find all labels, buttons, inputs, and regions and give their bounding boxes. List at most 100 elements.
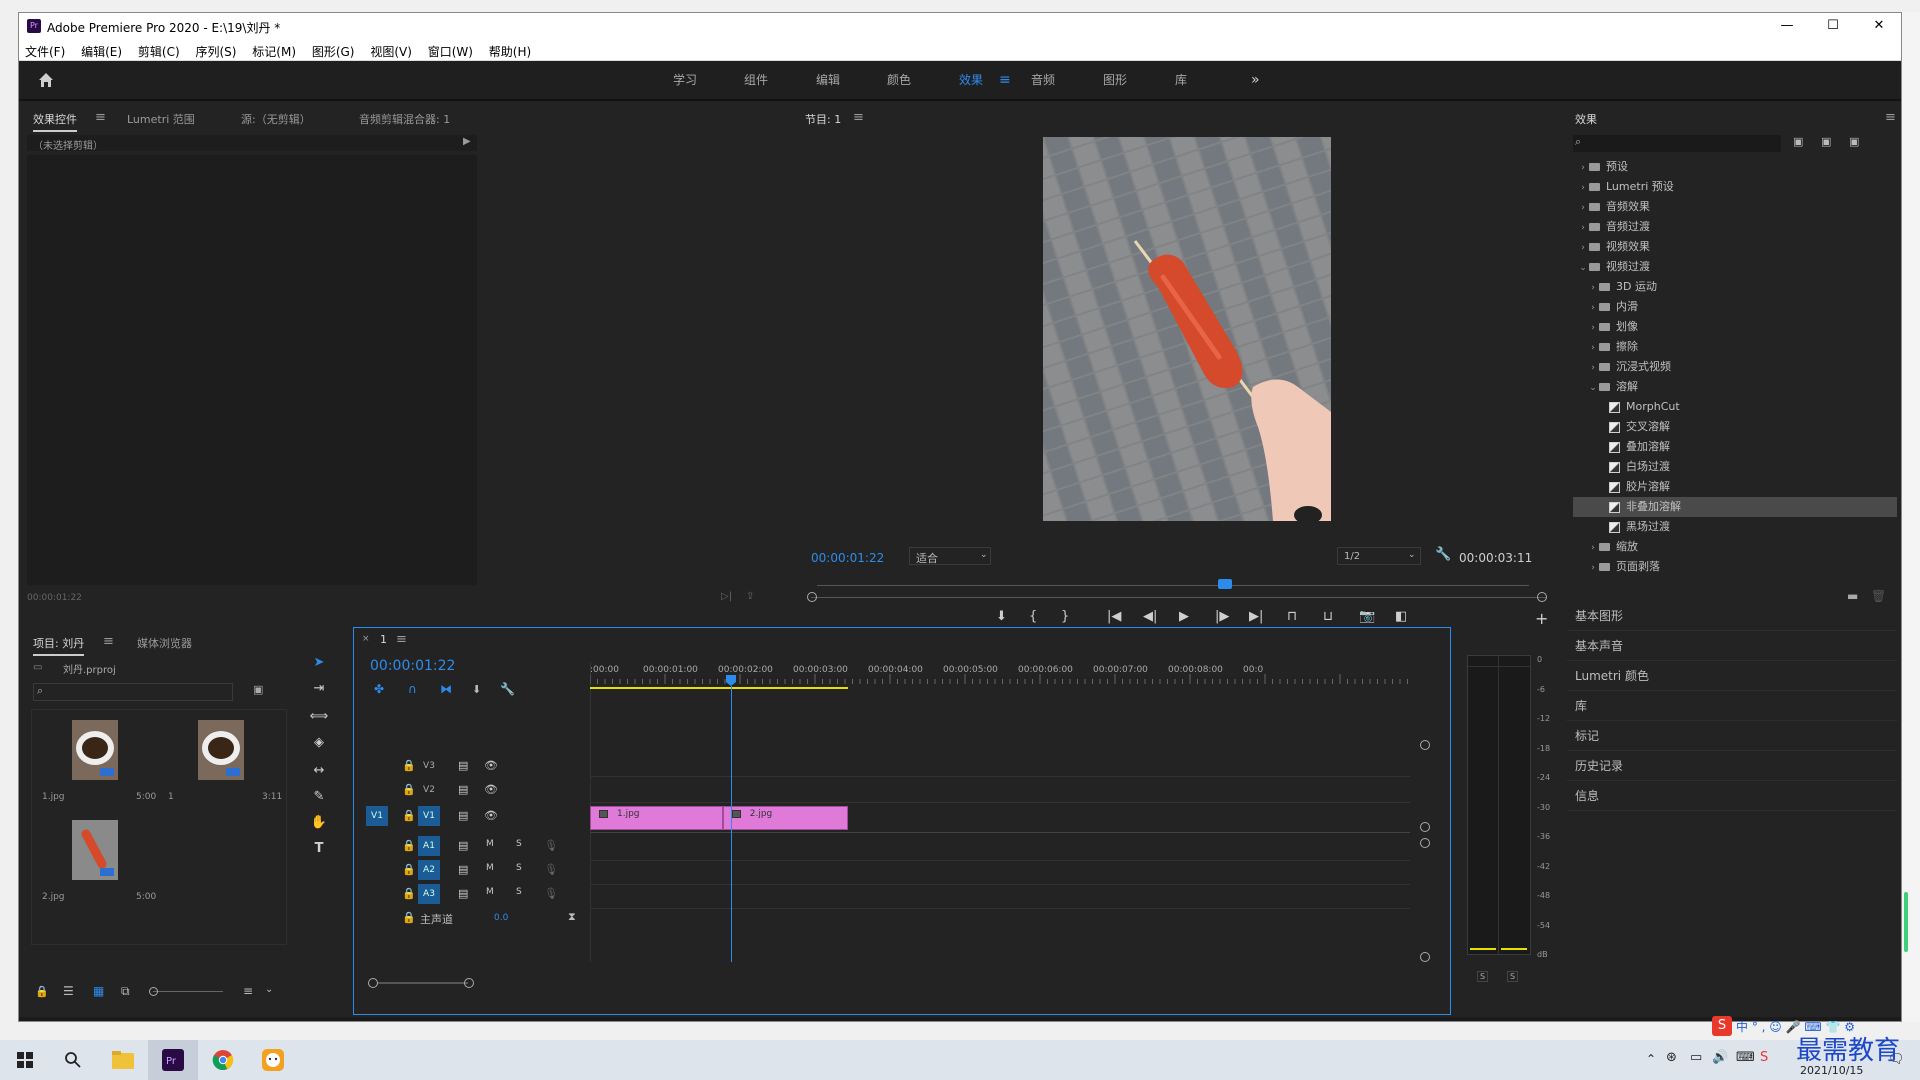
effects-tree-item[interactable]: 胶片溶解 [1573, 477, 1897, 497]
track-lock-icon[interactable]: 🔒 [402, 911, 416, 924]
effects-tree-item[interactable]: › 3D 运动 [1573, 277, 1897, 297]
program-menu-icon[interactable]: ≡ [853, 110, 864, 125]
sync-lock-icon[interactable]: ▤ [458, 759, 468, 772]
track-label-v1[interactable]: V1 [418, 806, 440, 826]
a-scroll-handle-top[interactable] [1420, 838, 1430, 848]
mute-button[interactable]: M [486, 887, 494, 897]
tab-project[interactable]: 项目: 刘丹 [33, 635, 85, 656]
sync-lock-icon[interactable]: ▤ [458, 863, 468, 876]
sync-lock-icon[interactable]: ▤ [458, 783, 468, 796]
accelerated-effects-icon[interactable]: ▣ [1793, 135, 1803, 148]
workspace-graphics[interactable]: 图形 [1103, 61, 1127, 99]
chevron-right-icon[interactable]: › [1587, 538, 1599, 558]
program-zoom-bar[interactable] [807, 591, 1547, 603]
timeline-settings-wrench-icon[interactable]: 🔧 [500, 682, 515, 696]
program-video-frame[interactable] [1043, 137, 1331, 521]
lock-icon[interactable]: 🔒 [35, 985, 49, 998]
track-lock-icon[interactable]: 🔒 [402, 759, 416, 772]
track-eye-icon[interactable]: 👁 [484, 809, 498, 822]
slip-tool-icon[interactable]: ↔ [309, 761, 329, 781]
track-lock-icon[interactable]: 🔒 [402, 863, 416, 876]
workspace-menu-icon[interactable]: ≡ [999, 61, 1011, 99]
chevron-right-icon[interactable]: › [1587, 358, 1599, 378]
menu-sequence[interactable]: 序列(S) [189, 39, 242, 60]
section-markers[interactable]: 标记 [1567, 721, 1897, 751]
linked-selection-icon[interactable]: ⧓ [440, 682, 452, 696]
pen-tool-icon[interactable]: ✎ [309, 787, 329, 807]
close-button[interactable]: ✕ [1856, 13, 1901, 39]
effects-tree-item[interactable]: › 擦除 [1573, 337, 1897, 357]
type-tool-icon[interactable]: T [309, 839, 329, 859]
solo-button[interactable]: S [516, 863, 522, 873]
a-scroll-handle-bottom[interactable] [1420, 952, 1430, 962]
tab-source[interactable]: 源:（无剪辑） [241, 111, 311, 127]
h-scroll-left-handle[interactable] [368, 978, 378, 988]
mute-button[interactable]: M [486, 863, 494, 873]
export-frame-camera-icon[interactable]: 📷 [1359, 609, 1375, 624]
program-playhead[interactable] [1218, 579, 1232, 589]
menu-edit[interactable]: 编辑(E) [75, 39, 128, 60]
track-label-a2[interactable]: A2 [418, 860, 440, 880]
timeline-menu-icon[interactable]: ≡ [396, 632, 407, 647]
timeline-timecode[interactable]: 00:00:01:22 [370, 658, 455, 674]
zoom-left-handle[interactable] [807, 592, 817, 602]
track-label-a3[interactable]: A3 [418, 884, 440, 904]
panel-menu-icon[interactable]: ≡ [95, 110, 106, 125]
chevron-right-icon[interactable]: › [1587, 558, 1599, 578]
new-bin-folder-icon[interactable]: ▣ [253, 683, 263, 696]
effects-tree-item[interactable]: 叠加溶解 [1573, 437, 1897, 457]
minimize-button[interactable]: — [1764, 13, 1810, 39]
effects-menu-icon[interactable]: ≡ [1885, 110, 1896, 125]
tray-expand-icon[interactable]: ⌃ [1646, 1052, 1656, 1066]
effects-search-input[interactable]: ⌕ [1573, 135, 1781, 152]
step-back-icon[interactable]: ◀| [1143, 609, 1157, 624]
sync-lock-icon[interactable]: ▤ [458, 887, 468, 900]
effects-tree-item[interactable]: › 划像 [1573, 317, 1897, 337]
chevron-right-icon[interactable]: › [1577, 218, 1589, 238]
play-icon[interactable]: ▶ [1179, 609, 1189, 624]
chrome-icon[interactable] [198, 1040, 248, 1080]
icon-view-icon[interactable]: ▦ [93, 984, 104, 998]
home-icon[interactable] [37, 71, 55, 93]
mark-in-icon[interactable]: { [1029, 609, 1037, 624]
effects-tree-item[interactable]: › Lumetri 预设 [1573, 177, 1897, 197]
h-scroll-right-handle[interactable] [464, 978, 474, 988]
workspace-more-icon[interactable]: » [1251, 61, 1260, 99]
list-view-icon[interactable]: ☰ [63, 984, 74, 998]
timeline-track-area[interactable]: :00:00 00:00:01:00 00:00:02:00 00:00:03:00 0… [590, 662, 1434, 962]
v-scroll-handle-mid[interactable] [1420, 822, 1430, 832]
razor-tool-icon[interactable]: ◈ [309, 733, 329, 753]
resolution-dropdown[interactable]: 1/2 ⌄ [1337, 547, 1421, 565]
filter-icon[interactable]: ▷| [721, 591, 732, 602]
menu-window[interactable]: 窗口(W) [422, 39, 479, 60]
32bit-effects-icon[interactable]: ▣ [1821, 135, 1831, 148]
chevron-right-icon[interactable]: › [1587, 278, 1599, 298]
section-libraries[interactable]: 库 [1567, 691, 1897, 721]
track-lock-icon[interactable]: 🔒 [402, 809, 416, 822]
comparison-view-icon[interactable]: ◧ [1395, 609, 1407, 624]
chevron-right-icon[interactable]: › [1577, 238, 1589, 258]
sync-lock-icon[interactable]: ▤ [458, 809, 468, 822]
mark-out-icon[interactable]: } [1061, 609, 1069, 624]
track-label-v3[interactable]: V3 [418, 756, 440, 776]
track-lock-icon[interactable]: 🔒 [402, 887, 416, 900]
effects-tree-item[interactable]: 交叉溶解 [1573, 417, 1897, 437]
project-menu-icon[interactable]: ≡ [103, 634, 114, 649]
v-scroll-handle-top[interactable] [1420, 740, 1430, 750]
menu-clip[interactable]: 剪辑(C) [132, 39, 186, 60]
taskbar-search-icon[interactable] [48, 1040, 98, 1080]
timeline-playhead-line[interactable] [731, 686, 732, 962]
menu-view[interactable]: 视图(V) [364, 39, 418, 60]
effects-tree-item[interactable]: ⌄ 视频过渡 [1573, 257, 1897, 277]
premiere-taskbar-icon[interactable]: Pr [148, 1040, 198, 1080]
chevron-right-icon[interactable]: › [1577, 178, 1589, 198]
menu-file[interactable]: 文件(F) [19, 39, 71, 60]
fit-dropdown[interactable]: 适合 ⌄ [909, 547, 991, 565]
section-essential-sound[interactable]: 基本声音 [1567, 631, 1897, 661]
project-item[interactable]: 2.jpg 5:00 [36, 814, 158, 910]
meter-solo-right[interactable]: S [1507, 971, 1519, 982]
program-current-timecode[interactable]: 00:00:01:22 [811, 551, 884, 565]
chevron-right-icon[interactable]: › [1587, 318, 1599, 338]
track-eye-icon[interactable]: 👁 [484, 759, 498, 772]
network-icon[interactable]: ▭ [1690, 1050, 1702, 1065]
